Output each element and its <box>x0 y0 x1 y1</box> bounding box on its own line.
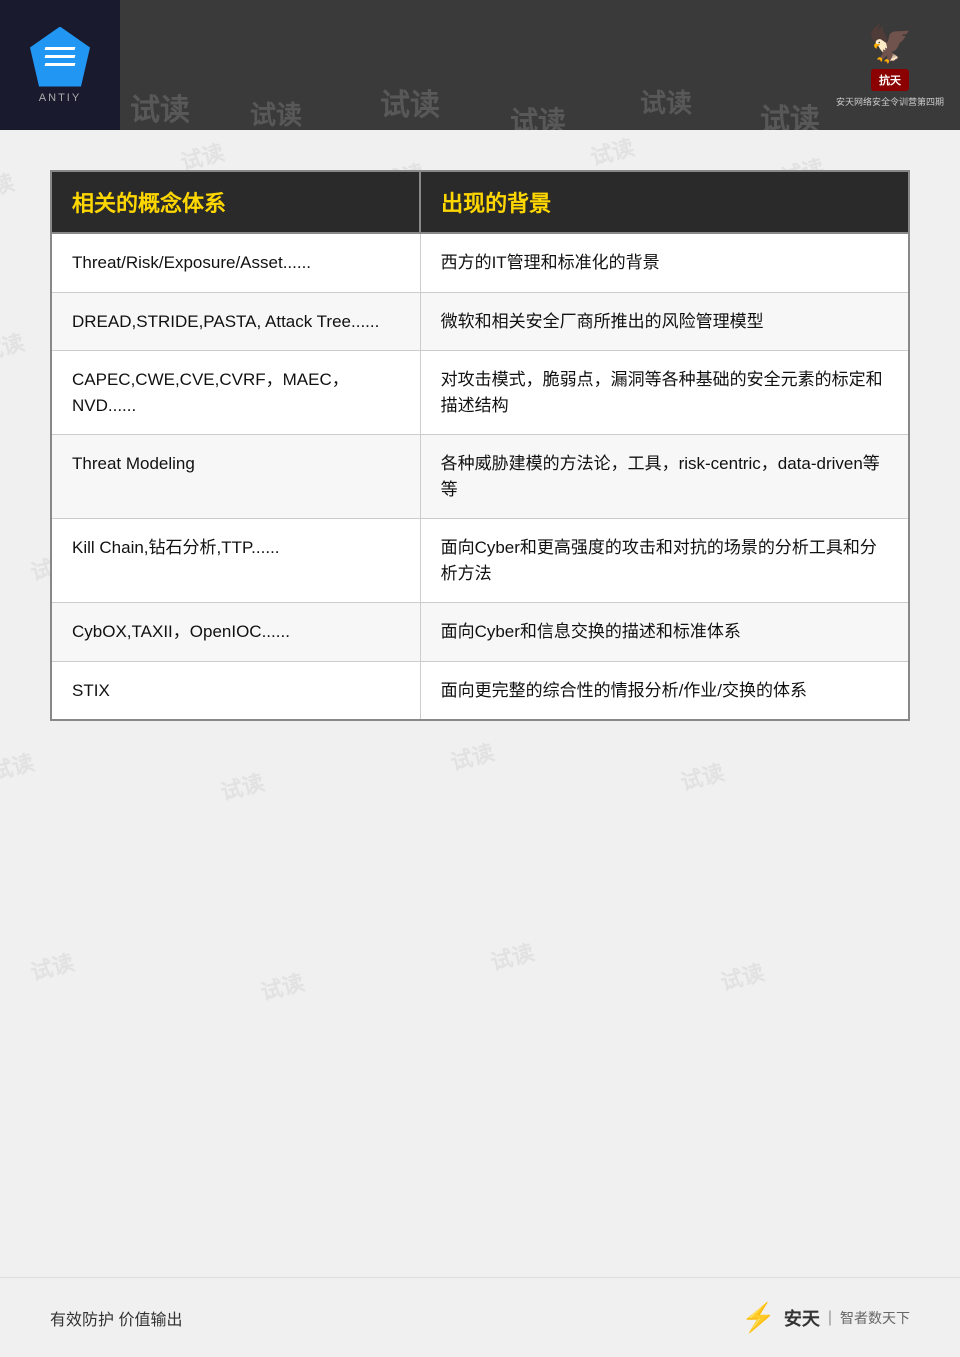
cwm-20: 试读 <box>257 965 308 1007</box>
col1-header: 相关的概念体系 <box>52 172 420 233</box>
cwm-4: 试读 <box>587 130 638 172</box>
table-row: DREAD,STRIDE,PASTA, Attack Tree......微软和… <box>52 292 908 351</box>
right-logo-icon: 🦅 <box>868 23 913 65</box>
logo-area: ANTIY <box>0 0 120 130</box>
footer-logo-icon: ⚡ <box>741 1301 776 1334</box>
col2-header: 出现的背景 <box>420 172 908 233</box>
table-cell-col2: 面向更完整的综合性的情报分析/作业/交换的体系 <box>420 661 908 719</box>
table-cell-col2: 各种威胁建模的方法论，工具，risk-centric，data-driven等等 <box>420 435 908 519</box>
header: ANTIY 试读 试读 试读 试读 试读 试读 试读 试读 试读 🦅 抗天 安天… <box>0 0 960 130</box>
cwm-21: 试读 <box>487 935 538 977</box>
table-cell-col2: 面向Cyber和更高强度的攻击和对抗的场景的分析工具和分析方法 <box>420 519 908 603</box>
footer-tagline: 有效防护 价值输出 <box>50 1306 182 1330</box>
watermark-1: 试读 <box>130 85 190 129</box>
table-header-row: 相关的概念体系 出现的背景 <box>52 172 908 233</box>
watermark-2: 试读 <box>250 95 302 130</box>
table-cell-col2: 西方的IT管理和标准化的背景 <box>420 233 908 292</box>
right-logo-badge: 抗天 <box>871 69 909 91</box>
watermark-3: 试读 <box>380 80 440 124</box>
footer-logo: ⚡ 安天 | 智者数天下 <box>741 1301 910 1334</box>
table-row: CybOX,TAXII，OpenIOC......面向Cyber和信息交换的描述… <box>52 603 908 662</box>
content-table: 相关的概念体系 出现的背景 Threat/Risk/Exposure/Asset… <box>50 170 910 721</box>
logo-diamond-icon <box>30 27 90 87</box>
watermark-4: 试读 <box>510 100 566 130</box>
watermark-6: 试读 <box>760 95 820 130</box>
table-cell-col1: Kill Chain,钻石分析,TTP...... <box>52 519 420 603</box>
footer: 有效防护 价值输出 ⚡ 安天 | 智者数天下 <box>0 1277 960 1357</box>
table-cell-col1: CybOX,TAXII，OpenIOC...... <box>52 603 420 662</box>
main-content: 试读 试读 试读 试读 试读 试读 试读 试读 试读 试读 试读 试读 试读 试… <box>0 130 960 1277</box>
table-cell-col2: 对攻击模式，脆弱点，漏洞等各种基础的安全元素的标定和描述结构 <box>420 351 908 435</box>
table-row: Kill Chain,钻石分析,TTP......面向Cyber和更高强度的攻击… <box>52 519 908 603</box>
logo-text: ANTIY <box>39 92 81 104</box>
cwm-17: 试读 <box>447 735 498 777</box>
cwm-1: 试读 <box>0 165 17 207</box>
table-cell-col2: 面向Cyber和信息交换的描述和标准体系 <box>420 603 908 662</box>
table-cell-col1: CAPEC,CWE,CVE,CVRF，MAEC，NVD...... <box>52 351 420 435</box>
footer-divider: | <box>828 1309 832 1327</box>
table-cell-col1: STIX <box>52 661 420 719</box>
table-row: Threat Modeling各种威胁建模的方法论，工具，risk-centri… <box>52 435 908 519</box>
cwm-16: 试读 <box>217 765 268 807</box>
right-logo-sub: 安天网络安全令训营第四期 <box>836 95 944 108</box>
right-logo-area: 🦅 抗天 安天网络安全令训营第四期 <box>820 0 960 130</box>
cwm-6: 试读 <box>0 325 27 367</box>
table-row: Threat/Risk/Exposure/Asset......西方的IT管理和… <box>52 233 908 292</box>
cwm-19: 试读 <box>27 945 78 987</box>
table-row: STIX面向更完整的综合性的情报分析/作业/交换的体系 <box>52 661 908 719</box>
table-cell-col2: 微软和相关安全厂商所推出的风险管理模型 <box>420 292 908 351</box>
table-row: CAPEC,CWE,CVE,CVRF，MAEC，NVD......对攻击模式，脆… <box>52 351 908 435</box>
watermark-5: 试读 <box>640 83 692 120</box>
cwm-18: 试读 <box>677 755 728 797</box>
cwm-22: 试读 <box>717 955 768 997</box>
table-cell-col1: Threat Modeling <box>52 435 420 519</box>
table-cell-col1: Threat/Risk/Exposure/Asset...... <box>52 233 420 292</box>
table-cell-col1: DREAD,STRIDE,PASTA, Attack Tree...... <box>52 292 420 351</box>
cwm-15: 试读 <box>0 745 37 787</box>
footer-logo-text: 安天 <box>784 1305 820 1331</box>
footer-logo-sub: 智者数天下 <box>840 1308 910 1328</box>
